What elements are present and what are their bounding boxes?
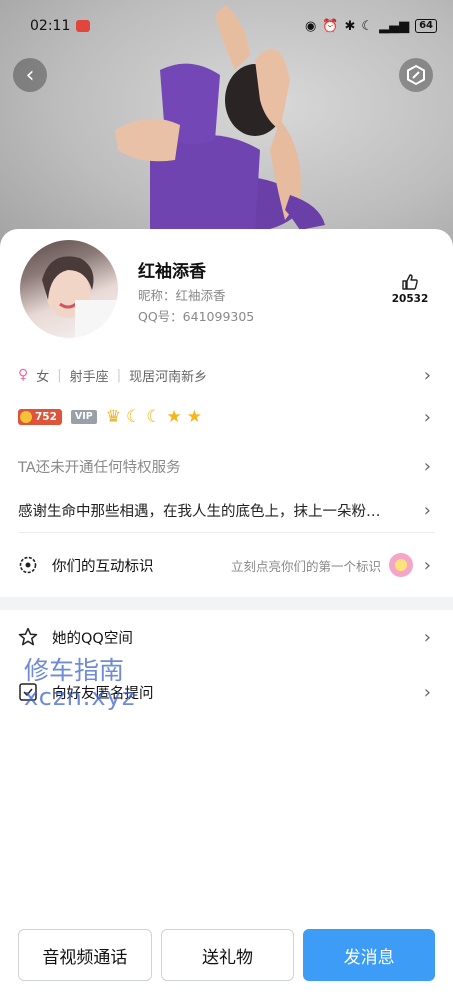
chevron-left-icon: ‹	[25, 62, 35, 88]
separator: |	[116, 367, 122, 383]
anonymous-question-row[interactable]: 向好友匿名提问 ›	[0, 677, 453, 707]
send-gift-button[interactable]: 送礼物	[160, 929, 295, 981]
video-call-button[interactable]: 音视频通话	[18, 929, 152, 981]
battery-indicator: 64	[415, 19, 437, 33]
notification-icon	[76, 20, 91, 32]
anonymous-question-label: 向好友匿名提问	[52, 685, 154, 702]
avatar[interactable]	[18, 238, 120, 340]
interaction-mark-label: 你们的互动标识	[52, 558, 154, 575]
moon-icon: ☾	[146, 406, 162, 427]
chevron-right-icon: ›	[423, 554, 431, 576]
moon-icon: ☾	[361, 18, 374, 34]
qzone-label: 她的QQ空间	[52, 630, 133, 647]
back-button[interactable]: ‹	[13, 58, 47, 92]
divider	[18, 532, 435, 533]
chevron-right-icon: ›	[423, 455, 431, 477]
more-button[interactable]	[399, 58, 433, 92]
badge-row[interactable]: 752 VIP ♛ ☾ ☾ ★ ★ ›	[0, 404, 453, 430]
status-bar: 02:11 ◉ ⏰ ✱ ☾ ▂▄▆ 64	[0, 0, 453, 52]
interaction-mark-row[interactable]: 你们的互动标识 立刻点亮你们的第一个标识 ›	[0, 550, 453, 580]
profile-nickname: 昵称：红袖添香	[138, 288, 226, 303]
crown-icon: ♛	[105, 406, 122, 427]
profile-name: 红袖添香	[138, 262, 206, 282]
flower-icon	[389, 553, 413, 577]
signature-text: 感谢生命中那些相遇，在我人生的底色上，抹上一朵粉…	[18, 503, 381, 520]
star-icon: ★	[166, 406, 182, 427]
chevron-right-icon: ›	[423, 364, 431, 386]
star-icon: ★	[186, 406, 203, 427]
interaction-mark-hint: 立刻点亮你们的第一个标识	[230, 558, 381, 574]
zodiac-text: 射手座	[69, 369, 109, 385]
profile-card: 红袖添香 昵称：红袖添香 QQ号：641099305 20532 ♀ 女 | 射…	[0, 229, 453, 1000]
bluetooth-icon: ✱	[344, 18, 356, 34]
eye-icon: ◉	[304, 18, 317, 34]
separator: |	[57, 367, 62, 383]
privilege-service-row[interactable]: TA还未开通任何特权服务 ›	[0, 453, 453, 479]
send-message-button[interactable]: 发消息	[303, 929, 436, 981]
qzone-row[interactable]: 她的QQ空间 ›	[0, 622, 453, 652]
chevron-right-icon: ›	[423, 499, 431, 521]
profile-qq-number: QQ号：641099305	[138, 309, 255, 324]
bottom-action-bar: 音视频通话 送礼物 发消息	[0, 929, 453, 983]
location-text: 现居河南新乡	[129, 369, 208, 385]
privilege-service-text: TA还未开通任何特权服务	[18, 459, 181, 476]
female-icon: ♀	[18, 367, 29, 383]
chevron-right-icon: ›	[423, 406, 431, 428]
signal-icon: ▂▄▆	[379, 18, 410, 34]
section-separator	[0, 597, 453, 610]
gender-text: 女	[36, 369, 50, 385]
alarm-icon: ⏰	[322, 18, 339, 34]
basic-info-row[interactable]: ♀ 女 | 射手座 | 现居河南新乡 ›	[0, 362, 453, 388]
gear-badge-icon	[19, 556, 37, 574]
signature-row[interactable]: 感谢生命中那些相遇，在我人生的底色上，抹上一朵粉… ›	[0, 497, 453, 523]
hexagon-icon	[407, 65, 425, 85]
thumbs-up-icon	[402, 274, 418, 290]
vip-badge: VIP	[70, 410, 97, 424]
like-count: 20532	[391, 293, 429, 305]
chevron-right-icon: ›	[423, 626, 431, 648]
moon-icon: ☾	[126, 406, 142, 427]
star-outline-icon	[18, 627, 38, 646]
chevron-right-icon: ›	[423, 681, 431, 703]
status-time: 02:11	[30, 18, 71, 34]
like-button[interactable]: 20532	[385, 273, 435, 305]
level-coin-badge: 752	[18, 409, 62, 425]
question-box-icon	[19, 683, 37, 701]
